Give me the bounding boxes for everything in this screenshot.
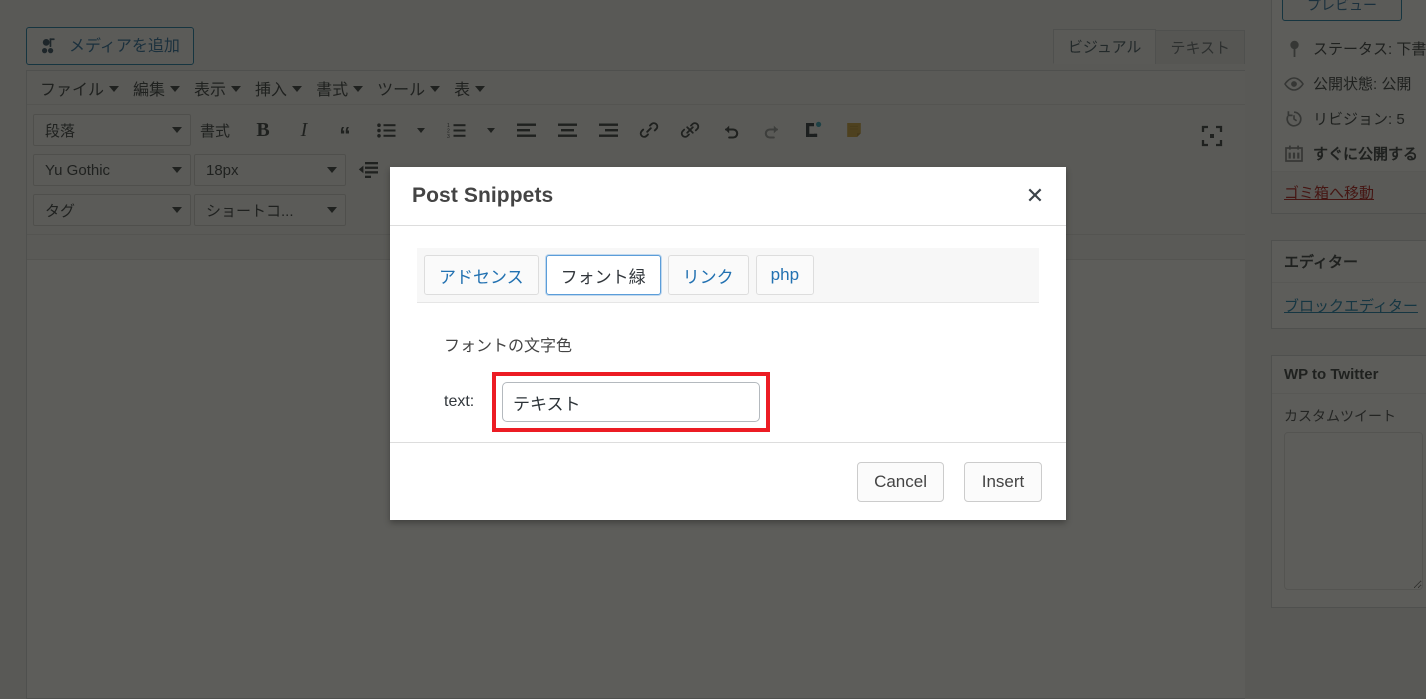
- text-input[interactable]: [502, 382, 760, 422]
- text-field-row: text:: [417, 372, 1039, 432]
- wordpress-post-editor-screen: メディアを追加 ビジュアル テキスト ファイル 編集 表示 挿入: [0, 0, 1426, 699]
- snippet-tab-font-green-label: フォント緑: [560, 267, 646, 287]
- snippet-description: フォントの文字色: [444, 338, 573, 355]
- snippet-tab-adsense-label: アドセンス: [439, 267, 524, 287]
- post-snippets-dialog: Post Snippets ✕ アドセンス フォント緑 リンク php フォント…: [390, 167, 1066, 520]
- text-field-label: text:: [444, 393, 475, 410]
- snippet-tab-link-label: リンク: [682, 267, 734, 287]
- insert-button[interactable]: Insert: [964, 461, 1042, 502]
- snippet-tab-php[interactable]: php: [755, 255, 815, 295]
- snippet-tab-link[interactable]: リンク: [667, 255, 749, 295]
- snippet-tabs: アドセンス フォント緑 リンク php: [417, 248, 1039, 303]
- snippet-tab-php-label: php: [770, 265, 800, 284]
- close-icon[interactable]: ✕: [1022, 183, 1048, 209]
- cancel-button[interactable]: Cancel: [857, 461, 944, 502]
- snippet-tab-adsense[interactable]: アドセンス: [424, 255, 539, 295]
- dialog-title: Post Snippets: [412, 184, 554, 207]
- dialog-footer: Cancel Insert: [390, 442, 1066, 520]
- highlight-annotation: [492, 372, 770, 432]
- snippet-tab-font-green[interactable]: フォント緑: [545, 255, 661, 295]
- dialog-body: アドセンス フォント緑 リンク php フォントの文字色 text:: [390, 226, 1066, 442]
- dialog-header: Post Snippets ✕: [390, 167, 1066, 226]
